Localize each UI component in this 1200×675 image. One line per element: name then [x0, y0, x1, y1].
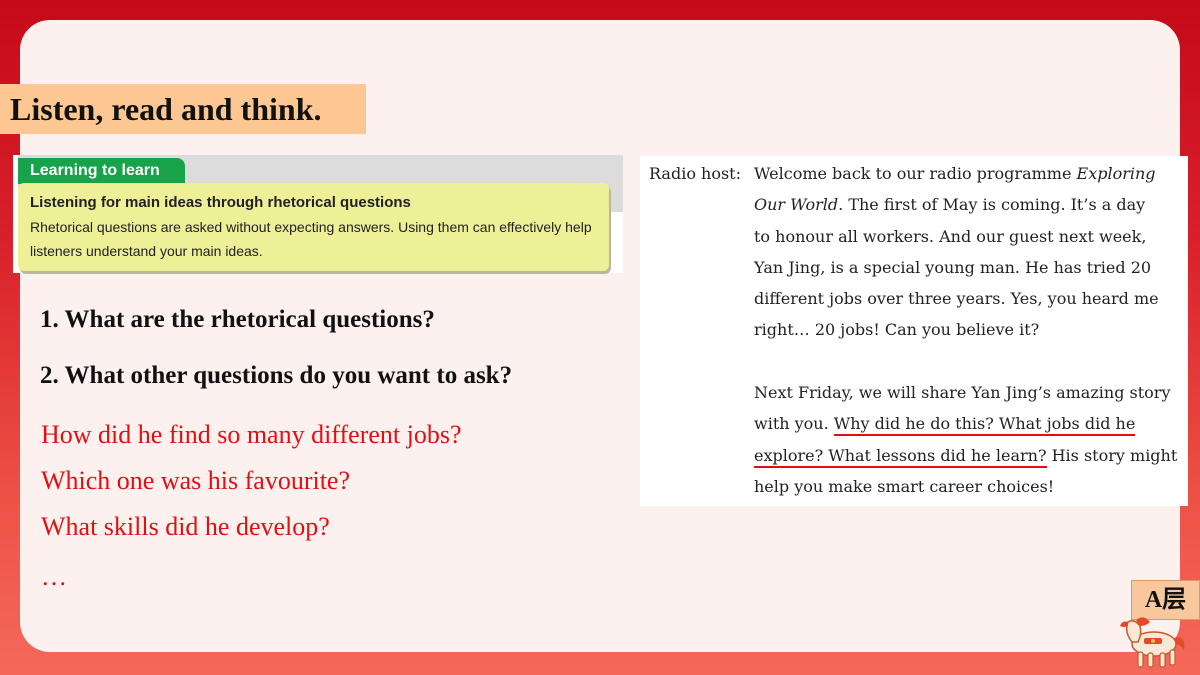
transcript-line: Welcome back to our radio programme Expl…: [754, 164, 1177, 195]
answer-2: Which one was his favourite?: [41, 466, 351, 495]
transcript-text: His story might: [1046, 445, 1178, 465]
rhetorical-question-highlight: explore? What lessons did he learn?: [754, 445, 1047, 468]
transcript-line: different jobs over three years. Yes, yo…: [754, 289, 1177, 320]
programme-title: Our World: [754, 195, 839, 215]
tip-heading: Listening for main ideas through rhetori…: [30, 194, 411, 211]
speaker-label: Radio host:: [649, 164, 741, 183]
learning-to-learn-panel: Learning to learn Listening for main ide…: [13, 155, 623, 273]
learning-to-learn-tab: Learning to learn: [18, 158, 185, 184]
transcript-text: Next Friday, we will share Yan Jing’s am…: [754, 383, 1171, 403]
horse-mascot-icon: [1120, 617, 1185, 668]
programme-title: Exploring: [1076, 164, 1156, 183]
transcript-line: explore? What lessons did he learn? His …: [754, 445, 1178, 477]
transcript-text: help you make smart career choices!: [754, 476, 1055, 496]
transcript-text: to honour all workers. And our guest nex…: [754, 226, 1147, 246]
transcript-line: Our World. The first of May is coming. I…: [754, 195, 1177, 226]
transcript-line: Yan Jing, is a special young man. He has…: [754, 258, 1177, 289]
transcript-text: with you.: [754, 414, 834, 434]
transcript-line: right… 20 jobs! Can you believe it?: [754, 320, 1177, 351]
transcript-text: Yan Jing, is a special young man. He has…: [754, 257, 1152, 277]
transcript-text: different jobs over three years. Yes, yo…: [754, 289, 1159, 309]
transcript-line: to honour all workers. And our guest nex…: [754, 227, 1177, 258]
transcript-lines: Welcome back to our radio programme Expl…: [754, 164, 1177, 508]
slide-title: Listen, read and think.: [0, 84, 366, 134]
transcript-line: Next Friday, we will share Yan Jing’s am…: [754, 383, 1177, 414]
transcript-line: help you make smart career choices!: [754, 477, 1177, 508]
radio-transcript: Radio host: Welcome back to our radio pr…: [640, 156, 1188, 506]
rhetorical-question-highlight: Why did he do this? What jobs did he: [833, 414, 1136, 437]
answer-ellipsis: …: [41, 562, 67, 591]
transcript-text: right… 20 jobs! Can you believe it?: [754, 320, 1040, 340]
transcript-line: with you. Why did he do this? What jobs …: [754, 414, 1177, 445]
transcript-line: [754, 352, 1177, 383]
transcript-text: . The first of May is coming. It’s a day: [838, 195, 1146, 215]
question-1: 1. What are the rhetorical questions?: [40, 306, 435, 333]
answer-3: What skills did he develop?: [41, 512, 330, 541]
learning-tip-box: Listening for main ideas through rhetori…: [18, 183, 609, 271]
answer-1: How did he find so many different jobs?: [41, 420, 462, 449]
tip-body: Rhetorical questions are asked without e…: [30, 219, 592, 259]
transcript-text: Welcome back to our radio programme: [754, 164, 1077, 183]
question-2: 2. What other questions do you want to a…: [40, 362, 513, 389]
